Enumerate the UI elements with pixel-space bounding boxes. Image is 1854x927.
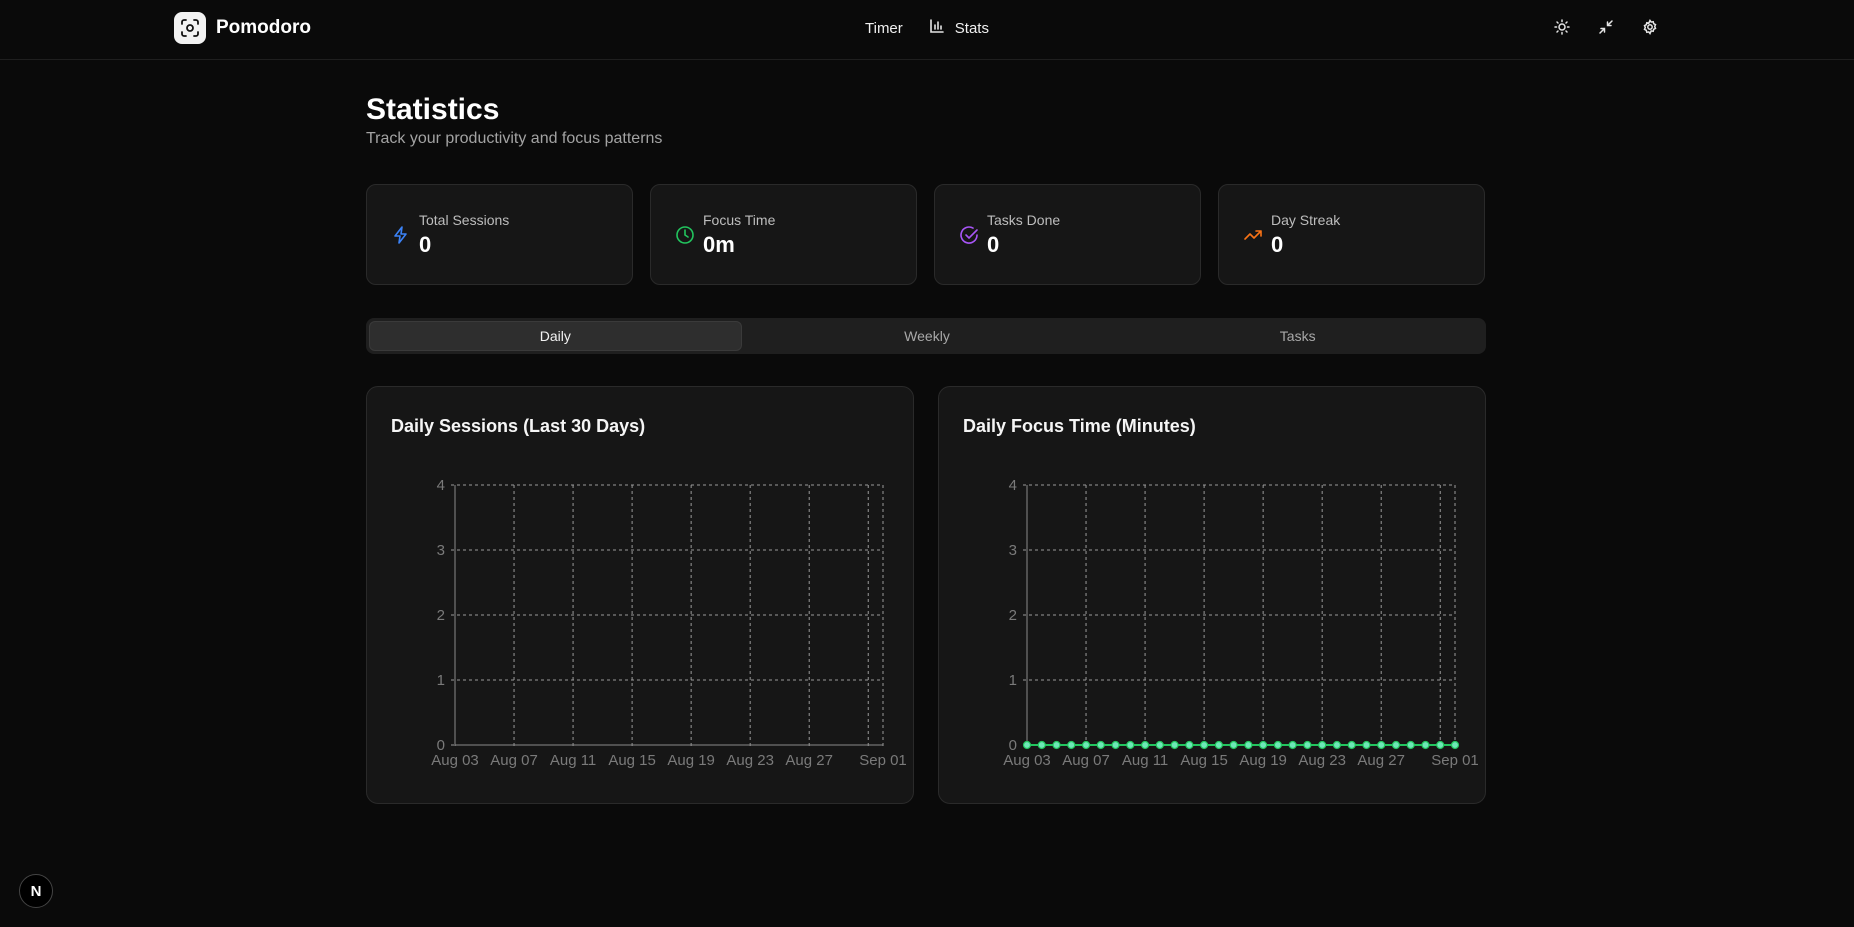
- data-point: [1140, 740, 1150, 750]
- daily-sessions-card: 0 1 2 3 4 Aug 03 Aug 07 Aug 11 Aug 15 Aug 19 Aug 2…: [366, 386, 914, 804]
- data-point: [1111, 740, 1120, 750]
- data-point: [1244, 740, 1253, 750]
- data-point: [1273, 740, 1282, 750]
- data-point: [1332, 740, 1342, 750]
- y-tick-label: 1: [1009, 672, 1017, 689]
- data-point: [1288, 740, 1297, 750]
- data-point: [1037, 740, 1046, 750]
- stat-card-total-sessions: Total Sessions 0: [366, 184, 633, 285]
- stat-value: 0m: [703, 232, 735, 257]
- nav-stats-label: Stats: [954, 19, 989, 37]
- x-tick-label: Aug 15: [1180, 752, 1228, 769]
- dev-tools-badge[interactable]: N: [19, 874, 53, 908]
- data-point: [1259, 740, 1268, 750]
- x-tick-label: Sep 01: [1431, 752, 1479, 769]
- data-point: [1126, 740, 1135, 750]
- page-subtitle: Track your productivity and focus patter…: [366, 130, 663, 147]
- x-tick-label: Aug 23: [1298, 752, 1346, 769]
- stat-value: 0: [987, 232, 1000, 257]
- sun-icon[interactable]: [1552, 17, 1572, 37]
- trending-up-icon: [1243, 225, 1263, 245]
- x-tick-label: Aug 07: [490, 752, 538, 769]
- tab-weekly[interactable]: Weekly: [742, 321, 1113, 351]
- y-tick-label: 1: [437, 672, 445, 689]
- x-tick-label: Aug 19: [667, 752, 715, 769]
- data-point: [1406, 740, 1415, 750]
- main-nav: Timer Stats: [865, 18, 989, 38]
- stat-label: Focus Time: [703, 212, 776, 228]
- data-point: [1318, 740, 1327, 750]
- y-tick-label: 2: [1009, 607, 1017, 624]
- chart-title: Daily Sessions (Last 30 Days): [391, 416, 646, 436]
- x-tick-label: Aug 03: [1003, 752, 1051, 769]
- x-tick-label: Aug 23: [726, 752, 774, 769]
- gear-icon[interactable]: [1640, 17, 1660, 37]
- data-point: [1303, 740, 1312, 750]
- bar-chart-icon: [929, 18, 945, 38]
- y-tick-label: 3: [1009, 542, 1017, 559]
- data-point: [1347, 740, 1356, 750]
- x-tick-label: Sep 01: [859, 752, 907, 769]
- stat-value: 0: [419, 232, 432, 257]
- data-point: [1170, 740, 1179, 750]
- clock-icon: [675, 225, 695, 245]
- tab-daily[interactable]: Daily: [369, 321, 742, 351]
- data-point: [1200, 740, 1209, 750]
- brand[interactable]: Pomodoro: [174, 12, 311, 44]
- focus-camera-icon: [174, 12, 206, 44]
- data-point: [1391, 740, 1401, 750]
- stat-value: 0: [1271, 232, 1284, 257]
- page-header: Statistics Track your productivity and f…: [366, 92, 1486, 148]
- y-tick-label: 3: [437, 542, 445, 559]
- data-point: [1081, 740, 1091, 750]
- data-point: [1436, 740, 1445, 750]
- page-title: Statistics: [366, 93, 500, 126]
- y-tick-label: 4: [1009, 477, 1017, 494]
- data-point: [1067, 740, 1076, 750]
- x-tick-label: Aug 07: [1062, 752, 1110, 769]
- nav-timer-label: Timer: [865, 19, 903, 37]
- data-point: [1022, 740, 1032, 750]
- data-point: [1362, 740, 1371, 750]
- daily-sessions-chart: 01234Aug 03 Aug 07 Aug 11 Aug 15 Aug 19 Aug 2…: [431, 477, 907, 769]
- x-tick-label: Aug 11: [1122, 752, 1168, 769]
- data-point: [1421, 740, 1430, 750]
- data-point: [1450, 740, 1460, 750]
- app-name: Pomodoro: [216, 17, 311, 38]
- daily-focus-time-chart: 01234Aug 03 Aug 07 Aug 11 Aug 15 Aug 19 Aug 2…: [1003, 477, 1479, 769]
- stats-tabs: Daily Weekly Tasks: [366, 318, 1486, 354]
- x-tick-label: Aug 11: [550, 752, 596, 769]
- x-tick-label: Aug 15: [608, 752, 656, 769]
- x-tick-label: Aug 19: [1239, 752, 1287, 769]
- lightning-icon: [391, 225, 411, 245]
- stat-label: Total Sessions: [419, 212, 510, 228]
- stat-card-focus-time: Focus Time 0m: [650, 184, 917, 285]
- stat-label: Day Streak: [1271, 212, 1341, 228]
- tab-tasks[interactable]: Tasks: [1112, 321, 1483, 351]
- nav-stats[interactable]: Stats: [929, 18, 989, 38]
- x-tick-label: Aug 27: [785, 752, 833, 769]
- stat-label: Tasks Done: [987, 212, 1061, 228]
- stat-card-tasks-done: Tasks Done 0: [934, 184, 1201, 285]
- y-tick-label: 2: [437, 607, 445, 624]
- minimize-icon[interactable]: [1596, 17, 1616, 37]
- chart-title: Daily Focus Time (Minutes): [963, 416, 1196, 436]
- data-point: [1185, 740, 1194, 750]
- x-tick-label: Aug 27: [1357, 752, 1405, 769]
- stat-cards: Total Sessions 0 Focus Time 0m Tasks Don…: [366, 184, 1486, 285]
- data-point: [1052, 740, 1061, 750]
- daily-focus-time-card: 0 1 2 3 4 Aug 03 Aug 07 Aug 11 Aug 15 Aug 19 Aug 2…: [938, 386, 1486, 804]
- x-tick-label: Aug 03: [431, 752, 479, 769]
- stat-card-day-streak: Day Streak 0: [1218, 184, 1485, 285]
- data-point: [1214, 740, 1223, 750]
- data-point: [1229, 740, 1238, 750]
- y-tick-label: 4: [437, 477, 445, 494]
- header-tools: [1552, 17, 1660, 37]
- data-point: [1155, 740, 1164, 750]
- nav-timer[interactable]: Timer: [865, 20, 903, 37]
- check-circle-icon: [959, 225, 979, 245]
- data-point: [1096, 740, 1105, 750]
- top-bar: Pomodoro Timer Stats: [0, 0, 1854, 60]
- data-point: [1377, 740, 1386, 750]
